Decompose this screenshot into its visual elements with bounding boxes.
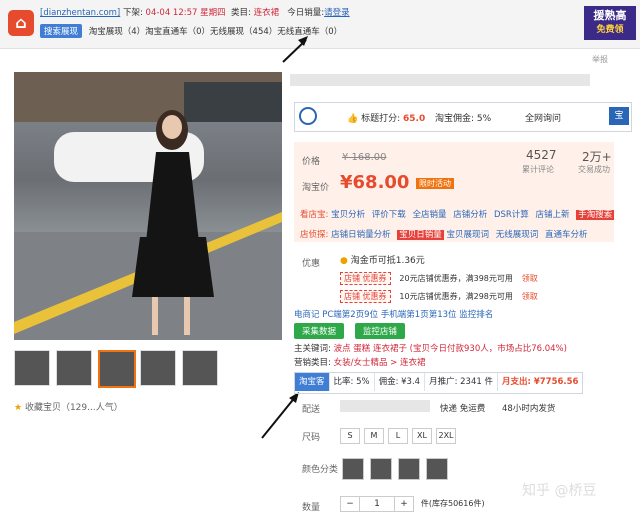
tool-item[interactable]: 店铺日销量分析	[331, 230, 391, 240]
tool-item[interactable]: 全店销量	[413, 210, 447, 220]
claim-coupon-button[interactable]: 领取	[522, 292, 538, 301]
marketing-category: 营销类目: 女装/女士精品 > 连衣裙	[294, 358, 426, 368]
promo-tag: 限时活动	[416, 178, 454, 189]
plugin-right-button[interactable]: 宝	[609, 107, 629, 125]
original-price: ¥ 168.00	[342, 152, 387, 163]
tools-row-1: 看店宝: 宝贝分析 评价下载 全店销量 店铺分析 DSR计算 店铺上新 手淘搜索	[300, 210, 615, 220]
price-box: 价格 ¥ 168.00 淘宝价 ¥68.00 限时活动 4527 累计评论 2万…	[294, 142, 615, 242]
action-buttons: 采集数据 监控店铺	[294, 323, 405, 339]
size-options: S M L XL 2XL	[340, 428, 460, 444]
shipping-express[interactable]: 快递 免运费	[440, 402, 485, 414]
tool-item[interactable]: 评价下载	[372, 210, 406, 220]
thumbnail-5[interactable]	[182, 350, 218, 386]
tool-item[interactable]: 无线展现词	[496, 230, 539, 240]
tool-item[interactable]: DSR计算	[494, 210, 529, 220]
monitor-store-button[interactable]: 监控店铺	[354, 323, 405, 339]
color-swatch[interactable]	[370, 458, 392, 480]
product-title-blurred	[290, 74, 590, 86]
taobaoke-stats-table: 淘宝客 比率: 5% 佣金: ¥3.4 月推广: 2341 件月支出: ¥7756.5…	[294, 372, 584, 394]
size-option[interactable]: M	[364, 428, 384, 444]
stock-info: 件(库存50616件)	[420, 499, 485, 508]
reviews-count: 4527	[526, 148, 557, 162]
sales-count: 2万+	[582, 150, 612, 164]
quantity-plus-button[interactable]: +	[394, 496, 414, 512]
size-option[interactable]: S	[340, 428, 360, 444]
quantity-stepper: −1 + 件(库存50616件)	[340, 496, 485, 512]
commission-info: 淘宝佣金: 5%	[435, 114, 492, 124]
quantity-input[interactable]: 1	[360, 496, 394, 512]
coin-icon: ●	[340, 256, 348, 266]
thumbnail-2[interactable]	[56, 350, 92, 386]
plugin-toolbar: 👍 标题打分: 65.0 淘宝佣金: 5% 全网询问 宝	[294, 102, 632, 132]
current-price: ¥68.00	[340, 172, 410, 193]
product-photo	[14, 72, 282, 340]
tool-item[interactable]: 宝贝展现词	[447, 230, 490, 240]
favorite-item[interactable]: ★ 收藏宝贝（129...人气）	[14, 400, 123, 413]
netwide-query[interactable]: 全网询问	[525, 111, 561, 124]
size-option[interactable]: L	[388, 428, 408, 444]
color-swatch[interactable]	[342, 458, 364, 480]
color-swatch[interactable]	[426, 458, 448, 480]
tool-item[interactable]: 直通车分析	[545, 230, 588, 240]
tool-item[interactable]: 店铺上新	[536, 210, 570, 220]
size-option[interactable]: XL	[412, 428, 432, 444]
size-option[interactable]: 2XL	[436, 428, 456, 444]
color-swatch[interactable]	[398, 458, 420, 480]
product-main-image[interactable]	[14, 72, 282, 340]
main-keywords: 主关键词: 波点 蛋糕 连衣裙子 (宝贝今日付款930人，市场占比76.04%)	[294, 344, 567, 354]
quantity-minus-button[interactable]: −	[340, 496, 360, 512]
thumbnail-3[interactable]	[98, 350, 136, 388]
tool-item[interactable]: 宝贝日销量	[397, 230, 444, 240]
coupon-row: 店铺 优惠券 20元店铺优惠券，满398元可用 领取	[340, 272, 538, 285]
claim-coupon-button[interactable]: 领取	[522, 274, 538, 283]
thumbnail-4[interactable]	[140, 350, 176, 386]
shipping-location-blurred	[340, 400, 430, 412]
tool-hot-item[interactable]: 手淘搜索	[576, 210, 615, 220]
star-icon: ★	[14, 403, 23, 413]
collect-data-button[interactable]: 采集数据	[294, 323, 345, 339]
tools-row-2: 店侦探: 店铺日销量分析 宝贝日销量 宝贝展现词 无线展现词 直通车分析	[300, 230, 588, 240]
watermark: 知乎 @桥豆	[522, 483, 597, 499]
taobaoke-tab[interactable]: 淘宝客	[295, 373, 330, 391]
title-score: 👍 标题打分: 65.0	[347, 114, 426, 124]
tool-item[interactable]: 店铺分析	[453, 210, 487, 220]
coupon-row: 店铺 优惠券 10元店铺优惠券，满298元可用 领取	[340, 290, 538, 303]
tool-item[interactable]: 宝贝分析	[331, 210, 365, 220]
rank-line[interactable]: 电商记 PC端第2页9位 手机端第1页第13位 监控排名	[294, 308, 493, 320]
color-options	[342, 458, 454, 480]
plugin-icon[interactable]	[299, 107, 317, 125]
thumbs-up-icon: 👍	[347, 114, 359, 124]
taobao-coin: ● 淘金币可抵1.36元	[340, 256, 425, 266]
thumbnail-1[interactable]	[14, 350, 50, 386]
shipping-time: 48小时内发货	[502, 404, 556, 414]
